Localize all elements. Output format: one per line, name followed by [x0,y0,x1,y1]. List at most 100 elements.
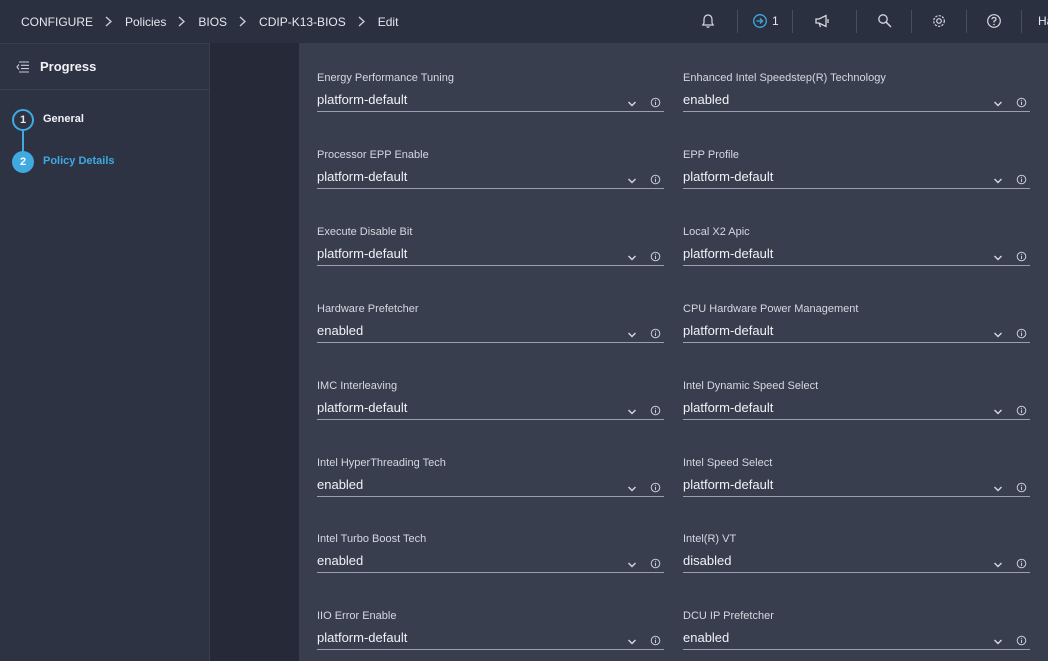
field-label: Intel Speed Select [683,457,773,469]
chevron-down-icon[interactable] [627,327,637,338]
info-icon[interactable] [650,633,661,646]
info-icon[interactable] [650,403,661,416]
field-underline [317,342,664,343]
chevron-down-icon[interactable] [627,557,637,568]
field-value[interactable]: platform-default [317,92,407,107]
select-field[interactable]: CPU Hardware Power Management platform-de… [683,303,1030,353]
field-value[interactable]: platform-default [683,400,773,415]
select-field[interactable]: IIO Error Enable platform-default [317,610,664,660]
field-label: IMC Interleaving [317,380,398,392]
field-label: EPP Profile [683,149,740,161]
field-value[interactable]: enabled [317,323,363,338]
select-field[interactable]: Intel(R) VT disabled [683,533,1030,583]
chevron-down-icon[interactable] [627,634,637,645]
field-value[interactable]: platform-default [683,246,773,261]
field-label: Enhanced Intel Speedstep(R) Technology [683,72,886,84]
field-value[interactable]: enabled [683,630,729,645]
field-value[interactable]: platform-default [317,169,407,184]
info-icon[interactable] [1016,633,1027,646]
field-underline [683,265,1030,266]
chevron-down-icon[interactable] [627,481,637,492]
collapse-menu-icon[interactable] [16,60,30,78]
divider [856,10,857,33]
select-field[interactable]: Intel Speed Select platform-default [683,457,1030,507]
chevron-down-icon[interactable] [993,634,1003,645]
chevron-down-icon[interactable] [627,96,637,107]
field-underline [683,188,1030,189]
chevron-down-icon[interactable] [993,404,1003,415]
info-icon[interactable] [650,172,661,185]
question-circle-icon[interactable] [985,12,1003,30]
chevron-down-icon[interactable] [993,327,1003,338]
select-field[interactable]: Intel Dynamic Speed Select platform-defau… [683,380,1030,430]
divider [911,10,912,33]
field-label: Intel Turbo Boost Tech [317,533,427,545]
field-value[interactable]: platform-default [683,477,773,492]
step-general[interactable]: General [43,113,84,125]
field-value[interactable]: enabled [317,477,363,492]
info-icon[interactable] [1016,326,1027,339]
select-field[interactable]: Enhanced Intel Speedstep(R) Technology en… [683,72,1030,122]
field-value[interactable]: disabled [683,553,731,568]
field-underline [683,496,1030,497]
step-policy-details[interactable]: Policy Details [43,155,115,167]
chevron-down-icon[interactable] [627,404,637,415]
field-value[interactable]: platform-default [317,246,407,261]
select-field[interactable]: Intel Turbo Boost Tech enabled [317,533,664,583]
info-icon[interactable] [650,556,661,569]
request-count[interactable]: 1 [772,14,779,28]
chevron-down-icon[interactable] [993,173,1003,184]
chevron-down-icon[interactable] [993,250,1003,261]
step-1-indicator[interactable]: 1 [12,109,34,131]
info-icon[interactable] [1016,95,1027,108]
select-field[interactable]: Intel HyperThreading Tech enabled [317,457,664,507]
field-value[interactable]: platform-default [317,630,407,645]
field-label: Hardware Prefetcher [317,303,419,315]
divider [1021,10,1022,33]
gear-icon[interactable] [930,12,948,30]
field-label: CPU Hardware Power Management [683,303,859,315]
info-icon[interactable] [1016,480,1027,493]
field-value[interactable]: enabled [683,92,729,107]
field-label: Processor EPP Enable [317,149,429,161]
divider [737,10,738,33]
select-field[interactable]: Hardware Prefetcher enabled [317,303,664,353]
arrow-in-circle-icon[interactable] [751,12,769,30]
header-actions: 1 Ha [0,0,1048,43]
bell-icon[interactable] [699,12,717,30]
field-value[interactable]: enabled [317,553,363,568]
select-field[interactable]: DCU IP Prefetcher enabled [683,610,1030,660]
info-icon[interactable] [650,95,661,108]
select-field[interactable]: IMC Interleaving platform-default [317,380,664,430]
info-icon[interactable] [1016,172,1027,185]
info-icon[interactable] [650,326,661,339]
select-field[interactable]: Processor EPP Enable platform-default [317,149,664,199]
field-underline [683,419,1030,420]
field-value[interactable]: platform-default [683,323,773,338]
info-icon[interactable] [1016,403,1027,416]
search-icon[interactable] [876,12,894,30]
info-icon[interactable] [1016,556,1027,569]
field-label: IIO Error Enable [317,610,397,622]
info-icon[interactable] [1016,249,1027,262]
info-icon[interactable] [650,249,661,262]
step-2-indicator[interactable]: 2 [12,151,34,173]
field-underline [317,188,664,189]
select-field[interactable]: Local X2 Apic platform-default [683,226,1030,276]
chevron-down-icon[interactable] [993,557,1003,568]
user-menu[interactable]: Ha [1038,14,1048,28]
select-field[interactable]: Energy Performance Tuning platform-defaul… [317,72,664,122]
field-underline [683,649,1030,650]
select-field[interactable]: EPP Profile platform-default [683,149,1030,199]
megaphone-icon[interactable] [813,12,831,30]
field-value[interactable]: platform-default [683,169,773,184]
divider [792,10,793,33]
info-icon[interactable] [650,480,661,493]
select-field[interactable]: Execute Disable Bit platform-default [317,226,664,276]
chevron-down-icon[interactable] [627,250,637,261]
field-underline [317,265,664,266]
chevron-down-icon[interactable] [993,481,1003,492]
chevron-down-icon[interactable] [627,173,637,184]
chevron-down-icon[interactable] [993,96,1003,107]
field-value[interactable]: platform-default [317,400,407,415]
